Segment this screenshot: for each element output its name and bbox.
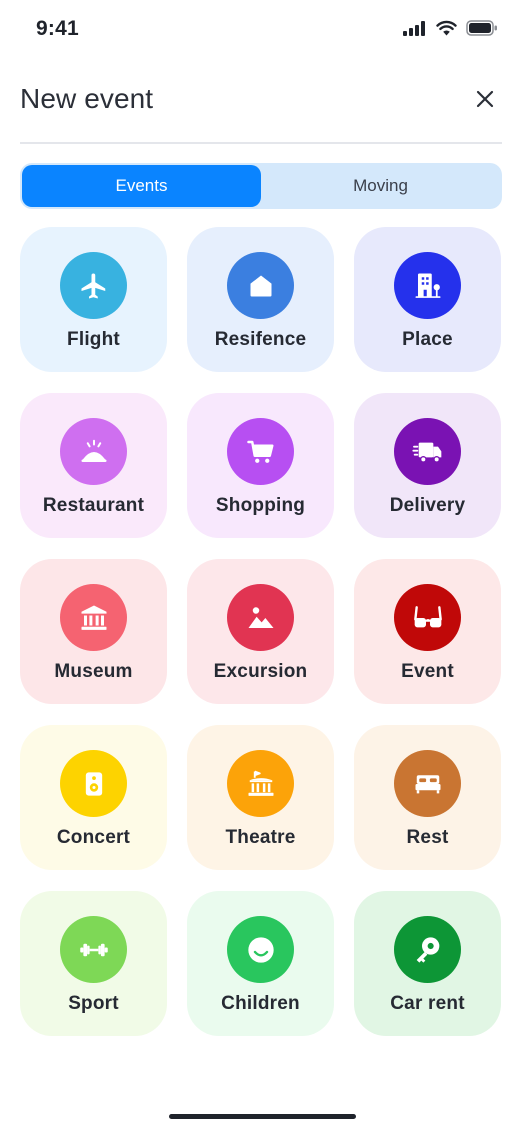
category-restaurant-icon-circle: [60, 418, 127, 485]
category-label: Resifence: [214, 329, 307, 350]
close-button[interactable]: [474, 88, 496, 110]
category-sport[interactable]: Sport: [20, 891, 167, 1036]
category-label: Sport: [68, 993, 119, 1014]
wifi-icon: [436, 20, 457, 36]
category-concert-icon-circle: [60, 750, 127, 817]
category-label: Excursion: [213, 661, 308, 682]
page-title: New event: [20, 83, 154, 114]
dumbbell-icon: [79, 943, 108, 956]
building-icon: [415, 273, 440, 298]
category-grid: Flight Resifence Place Restaurant Shoppi…: [20, 227, 502, 1036]
close-icon: [476, 90, 494, 108]
speaker-icon: [85, 771, 102, 796]
theatre-icon: [248, 770, 273, 796]
category-event[interactable]: Event: [354, 559, 501, 704]
landscape-icon: [248, 606, 273, 628]
cellular-signal-icon: [403, 20, 425, 36]
shopping-cart-icon: [246, 440, 273, 463]
category-label: Rest: [406, 827, 449, 848]
smiley-icon: [247, 936, 274, 963]
airplane-icon: [81, 273, 105, 298]
category-place[interactable]: Place: [354, 227, 501, 372]
battery-icon: [466, 20, 497, 36]
category-residence-icon-circle: [227, 252, 294, 319]
category-shopping[interactable]: Shopping: [187, 393, 334, 538]
category-delivery[interactable]: Delivery: [354, 393, 501, 538]
category-museum-icon-circle: [60, 584, 127, 651]
museum-icon: [81, 605, 106, 630]
category-label: Theatre: [225, 827, 296, 848]
category-rest-icon-circle: [394, 750, 461, 817]
category-car-rent[interactable]: Car rent: [354, 891, 501, 1036]
header: New event: [20, 80, 502, 144]
category-theatre-icon-circle: [227, 750, 294, 817]
category-label: Flight: [67, 329, 120, 350]
category-car-rent-icon-circle: [394, 916, 461, 983]
tab-moving[interactable]: Moving: [261, 165, 500, 207]
category-residence[interactable]: Resifence: [187, 227, 334, 372]
category-label: Concert: [56, 827, 131, 848]
serving-dish-icon: [81, 439, 106, 462]
category-label: Museum: [54, 661, 133, 682]
category-children-icon-circle: [227, 916, 294, 983]
category-delivery-icon-circle: [394, 418, 461, 485]
category-event-icon-circle: [394, 584, 461, 651]
category-children[interactable]: Children: [187, 891, 334, 1036]
category-restaurant[interactable]: Restaurant: [20, 393, 167, 538]
status-icons: [403, 20, 498, 36]
category-sport-icon-circle: [60, 916, 127, 983]
home-icon: [250, 275, 271, 296]
category-shopping-icon-circle: [227, 418, 294, 485]
tab-switcher: Events Moving: [20, 163, 502, 209]
category-place-icon-circle: [394, 252, 461, 319]
category-label: Car rent: [390, 993, 465, 1014]
status-bar: 9:41: [0, 0, 524, 60]
category-label: Place: [402, 329, 453, 350]
category-flight[interactable]: Flight: [20, 227, 167, 372]
category-concert[interactable]: Concert: [20, 725, 167, 870]
status-time: 9:41: [36, 17, 79, 40]
category-label: Delivery: [389, 495, 466, 516]
category-flight-icon-circle: [60, 252, 127, 319]
tab-events[interactable]: Events: [22, 165, 261, 207]
car-key-icon: [416, 936, 439, 963]
bed-icon: [415, 774, 440, 793]
category-label: Children: [221, 993, 300, 1014]
category-excursion-icon-circle: [227, 584, 294, 651]
category-theatre[interactable]: Theatre: [187, 725, 334, 870]
delivery-truck-icon: [411, 442, 441, 463]
category-label: Event: [401, 661, 454, 682]
category-label: Shopping: [215, 495, 306, 516]
glasses-icon: [413, 605, 442, 627]
category-label: Restaurant: [42, 495, 145, 516]
category-museum[interactable]: Museum: [20, 559, 167, 704]
category-rest[interactable]: Rest: [354, 725, 501, 870]
home-indicator[interactable]: [169, 1114, 356, 1119]
category-excursion[interactable]: Excursion: [187, 559, 334, 704]
